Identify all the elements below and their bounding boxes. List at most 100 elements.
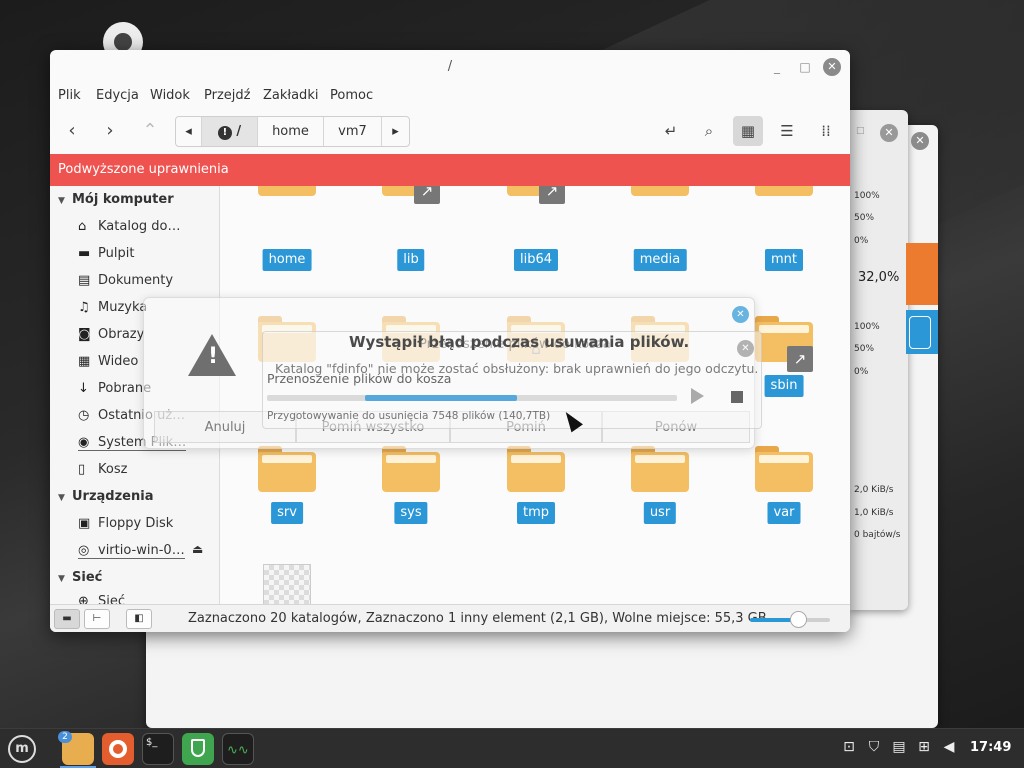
network-tray-icon[interactable]: ⊞	[915, 739, 933, 755]
progress-dialog-close-icon[interactable]: ✕	[737, 340, 754, 357]
menu-pomoc[interactable]: Pomoc	[330, 88, 373, 103]
shield-icon[interactable]	[182, 733, 214, 765]
menu-edycja[interactable]: Edycja	[96, 88, 139, 103]
sidebar-item-label: Sieć	[98, 594, 126, 604]
progress-subtext: Przygotowywanie do usunięcia 7548 plików…	[267, 410, 551, 422]
folder-label-media[interactable]: media	[633, 249, 687, 271]
cpu-50-label: 50%	[854, 213, 875, 223]
back-arrow-icon[interactable]: ‹	[57, 116, 87, 146]
system-monitor-icon[interactable]: ∿∿	[222, 733, 254, 765]
clipboard-icon[interactable]: ▤	[890, 739, 908, 755]
sidebar-item-label: Pulpit	[98, 246, 135, 261]
background-window-close-icon[interactable]: ✕	[911, 132, 929, 150]
system-monitor-maximize-icon[interactable]: □	[856, 126, 865, 136]
folder-label-lib64[interactable]: lib64	[513, 249, 559, 271]
menu-plik[interactable]: Plik	[58, 88, 81, 103]
sidebar-header-label: Sieć	[72, 570, 103, 585]
folder-label-tmp[interactable]: tmp	[516, 502, 556, 524]
error-dialog-close-icon[interactable]: ✕	[732, 306, 749, 323]
folder-label-mnt[interactable]: mnt	[765, 249, 803, 271]
path-right-arrow-icon[interactable]: ▸	[382, 117, 409, 146]
download-icon: ↓	[78, 381, 89, 396]
zoom-slider[interactable]	[750, 611, 830, 628]
folder-label-sys[interactable]: sys	[394, 502, 428, 524]
close-button[interactable]: ✕	[823, 58, 841, 76]
path-segment-vm7[interactable]: vm7	[324, 117, 382, 146]
path-segment-root[interactable]: ! /	[202, 117, 258, 146]
cdrom-icon: ◎	[78, 543, 90, 558]
menu-widok[interactable]: Widok	[150, 88, 190, 103]
folder-icon[interactable]	[258, 446, 316, 492]
folder-label-var[interactable]: var	[767, 502, 801, 524]
sidebar-item-desktop[interactable]: ▬ Pulpit	[78, 246, 134, 261]
mem-0-label: 0%	[854, 367, 869, 377]
cpu-0-label: 0%	[854, 236, 869, 246]
compact-view-icon[interactable]: ⁞⁞	[811, 116, 841, 146]
stop-icon[interactable]	[731, 391, 743, 403]
sidebar-item-label: Muzyka	[98, 300, 148, 315]
shield-tray-icon[interactable]: ⛉	[865, 739, 883, 755]
file-manager-taskbar-icon[interactable]: 2	[58, 731, 94, 765]
collapse-triangle-icon: ▼	[58, 196, 65, 206]
clock[interactable]: 17:49	[970, 740, 1011, 755]
hide-sidebar-button[interactable]: ◧	[126, 609, 152, 629]
menu-zakladki[interactable]: Zakładki	[263, 88, 318, 103]
folder-label-home[interactable]: home	[262, 249, 312, 271]
firefox-icon[interactable]	[102, 733, 134, 765]
mint-menu-icon[interactable]: m	[6, 733, 38, 765]
sidebar-item-music[interactable]: ♫ Muzyka	[78, 300, 147, 315]
search-icon[interactable]: ⌕	[694, 116, 724, 146]
minimize-button[interactable]: _	[768, 58, 786, 76]
terminal-icon[interactable]: $_	[142, 733, 174, 765]
sidebar-item-trash[interactable]: ▯ Kosz	[78, 462, 127, 477]
eject-icon[interactable]: ⏏	[192, 542, 203, 556]
swapfile-thumbnail[interactable]	[263, 564, 311, 604]
open-terminal-icon[interactable]: ↵	[656, 116, 686, 146]
sidebar-item-network[interactable]: ⊕ Sieć	[78, 594, 125, 604]
volume-icon[interactable]: ◀	[940, 739, 958, 755]
sidebar-item-pictures[interactable]: ◙ Obrazy	[78, 327, 144, 342]
folder-icon[interactable]	[631, 446, 689, 492]
elevated-privileges-banner: Podwyższone uprawnienia	[50, 154, 850, 186]
play-icon[interactable]	[691, 388, 704, 404]
path-root-label: /	[236, 124, 242, 139]
system-monitor-close-icon[interactable]: ✕	[880, 124, 898, 142]
folder-icon[interactable]	[382, 446, 440, 492]
sidebar-item-documents[interactable]: ▤ Dokumenty	[78, 273, 173, 288]
show-places-button[interactable]: ▬	[54, 609, 80, 629]
folder-icon	[631, 186, 689, 196]
sidebar-header-computer[interactable]: ▼ Mój komputer	[58, 192, 174, 207]
icon-view-icon[interactable]: ▦	[733, 116, 763, 146]
recent-icon: ◷	[78, 408, 90, 423]
folder-icon[interactable]	[507, 446, 565, 492]
path-left-arrow-icon[interactable]: ◂	[176, 117, 202, 146]
sidebar-header-network[interactable]: ▼ Sieć	[58, 570, 102, 585]
list-view-icon[interactable]: ☰	[772, 116, 802, 146]
sidebar-item-downloads[interactable]: ↓ Pobrane	[78, 381, 151, 396]
zoom-slider-knob[interactable]	[790, 611, 807, 628]
forward-arrow-icon[interactable]: ›	[95, 116, 125, 146]
path-bar: ◂ ! / home vm7 ▸	[175, 116, 410, 147]
error-dialog-title: Wystąpił błąd podczas usuwania plików.	[349, 333, 690, 351]
folder-label-sbin[interactable]: sbin	[764, 375, 804, 397]
sidebar-header-devices[interactable]: ▼ Urządzenia	[58, 489, 153, 504]
sidebar-item-home[interactable]: ⌂ Katalog do…	[78, 219, 180, 234]
folder-label-srv[interactable]: srv	[271, 502, 303, 524]
menu-przejdz[interactable]: Przejdź	[204, 88, 250, 103]
show-tree-button[interactable]: ⊢	[84, 609, 110, 629]
folder-label-usr[interactable]: usr	[643, 502, 677, 524]
sidebar-item-video[interactable]: ▦ Wideo	[78, 354, 138, 369]
sidebar-header-label: Mój komputer	[72, 192, 174, 207]
sidebar-item-virtio[interactable]: ◎ virtio-win-0…	[78, 543, 185, 559]
sidebar-item-label: Dokumenty	[98, 273, 174, 288]
net-label-low: 0 bajtów/s	[854, 530, 901, 540]
maximize-button[interactable]: □	[796, 58, 814, 76]
update-manager-icon[interactable]: ⊡	[840, 739, 858, 755]
folder-icon[interactable]	[755, 446, 813, 492]
title-bar[interactable]: / _ □ ✕	[50, 50, 850, 84]
path-segment-home[interactable]: home	[258, 117, 324, 146]
sidebar-item-floppy[interactable]: ▣ Floppy Disk	[78, 516, 173, 531]
trash-icon: ▯	[78, 462, 86, 477]
up-arrow-icon[interactable]: ⌃	[135, 116, 165, 146]
folder-label-lib[interactable]: lib	[397, 249, 425, 271]
